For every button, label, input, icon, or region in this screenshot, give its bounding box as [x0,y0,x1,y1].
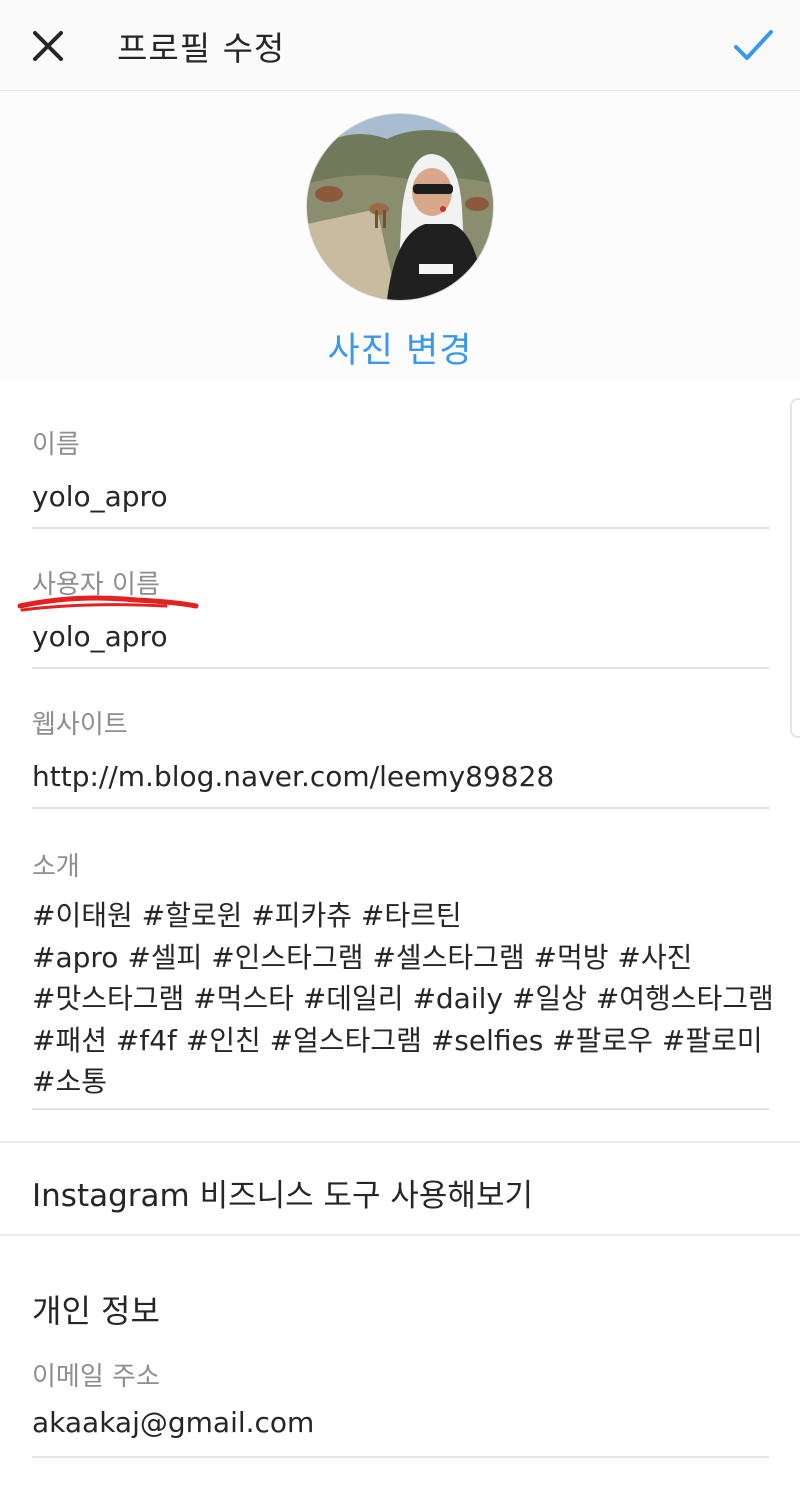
private-info-title: 개인 정보 [32,1292,160,1330]
bio-line: #소통 [32,1065,107,1098]
close-icon [33,31,63,61]
bio-line: #맛스타그램 #먹스타 #데일리 #daily #일상 #여행스타그램 [32,982,774,1015]
divider [0,1234,800,1236]
bio-label: 소개 [32,852,80,882]
change-photo-link[interactable]: 사진 변경 [0,322,800,373]
website-label: 웹사이트 [32,710,128,740]
close-button[interactable] [26,24,70,68]
red-underline-annotation [17,595,199,612]
avatar-photo [307,114,493,300]
page-title: 프로필 수정 [117,29,286,68]
scrollbar[interactable] [790,398,800,738]
email-field[interactable]: akaakaj@gmail.com [32,1406,314,1439]
name-underline [32,527,769,529]
email-label: 이메일 주소 [32,1362,160,1392]
avatar[interactable] [306,113,494,301]
divider [0,1141,800,1143]
website-field[interactable]: http://m.blog.naver.com/leemy89828 [32,760,554,793]
username-field[interactable]: yolo_apro [32,620,168,653]
bio-line: #apro #셀피 #인스타그램 #셀스타그램 #먹방 #사진 [32,940,693,974]
website-underline [32,807,769,809]
bio-line: #이태원 #할로윈 #피카츄 #타르틴 [32,899,462,932]
top-bar: 프로필 수정 [0,0,800,91]
name-label: 이름 [32,430,80,460]
username-underline [32,667,769,669]
email-underline [32,1456,769,1458]
bio-field[interactable]: #이태원 #할로윈 #피카츄 #타르틴 #apro #셀피 #인스타그램 #셀스… [32,895,777,1103]
bio-line: #패션 #f4f #인친 #얼스타그램 #selfies #팔로우 #팔로미 [32,1023,763,1057]
save-button[interactable] [728,22,778,68]
business-tools-link[interactable]: Instagram 비즈니스 도구 사용해보기 [32,1170,533,1215]
bio-underline [32,1108,769,1110]
name-field[interactable]: yolo_apro [32,480,168,513]
check-icon [734,30,773,60]
